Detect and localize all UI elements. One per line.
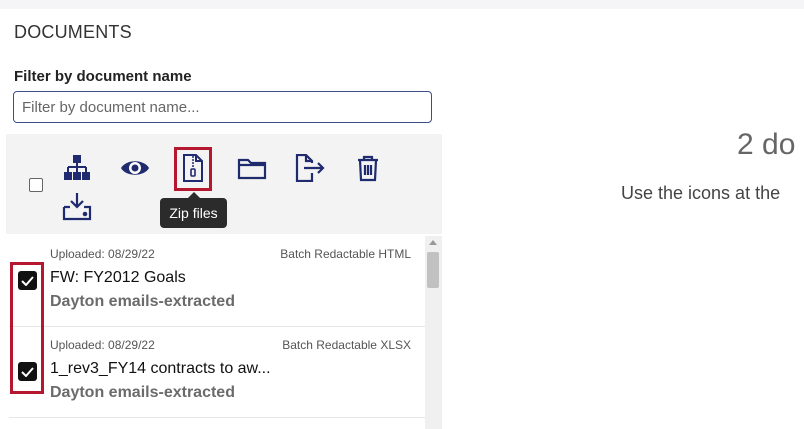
folder-icon[interactable]: [236, 152, 268, 184]
filter-label: Filter by document name: [14, 68, 192, 85]
filter-input[interactable]: [13, 91, 432, 123]
document-source: Dayton emails-extracted: [50, 293, 235, 310]
document-type: Batch Redactable XLSX: [282, 338, 411, 352]
hierarchy-icon[interactable]: [61, 152, 93, 184]
scroll-up-arrow-icon[interactable]: [429, 240, 437, 245]
uploaded-date: Uploaded: 08/29/22: [50, 338, 155, 352]
instruction-text: Use the icons at the: [621, 183, 781, 203]
list-scrollbar[interactable]: [425, 236, 442, 429]
document-row[interactable]: Uploaded: 08/29/22 Batch Redactable HTML…: [9, 236, 425, 327]
document-type: Batch Redactable HTML: [280, 247, 411, 261]
checkbox-highlight-box: [10, 262, 44, 394]
document-row[interactable]: Uploaded: 08/29/22 Batch Redactable XLSX…: [9, 327, 425, 418]
zip-files-tooltip: Zip files: [160, 192, 227, 228]
trash-icon[interactable]: [352, 152, 384, 184]
uploaded-date: Uploaded: 08/29/22: [50, 247, 155, 261]
document-name[interactable]: FW: FY2012 Goals: [50, 269, 186, 287]
section-title: DOCUMENTS: [14, 22, 132, 42]
document-count-heading: 2 do: [737, 128, 796, 161]
eye-icon[interactable]: [119, 152, 151, 184]
select-all-checkbox[interactable]: [29, 178, 43, 192]
document-name[interactable]: 1_rev3_FY14 contracts to aw...: [50, 360, 271, 378]
download-icon[interactable]: [61, 190, 93, 222]
export-icon[interactable]: [294, 152, 326, 184]
scroll-thumb[interactable]: [427, 252, 439, 288]
document-list: Uploaded: 08/29/22 Batch Redactable HTML…: [9, 236, 425, 429]
document-source: Dayton emails-extracted: [50, 384, 235, 401]
zip-highlight-box: [174, 147, 212, 191]
